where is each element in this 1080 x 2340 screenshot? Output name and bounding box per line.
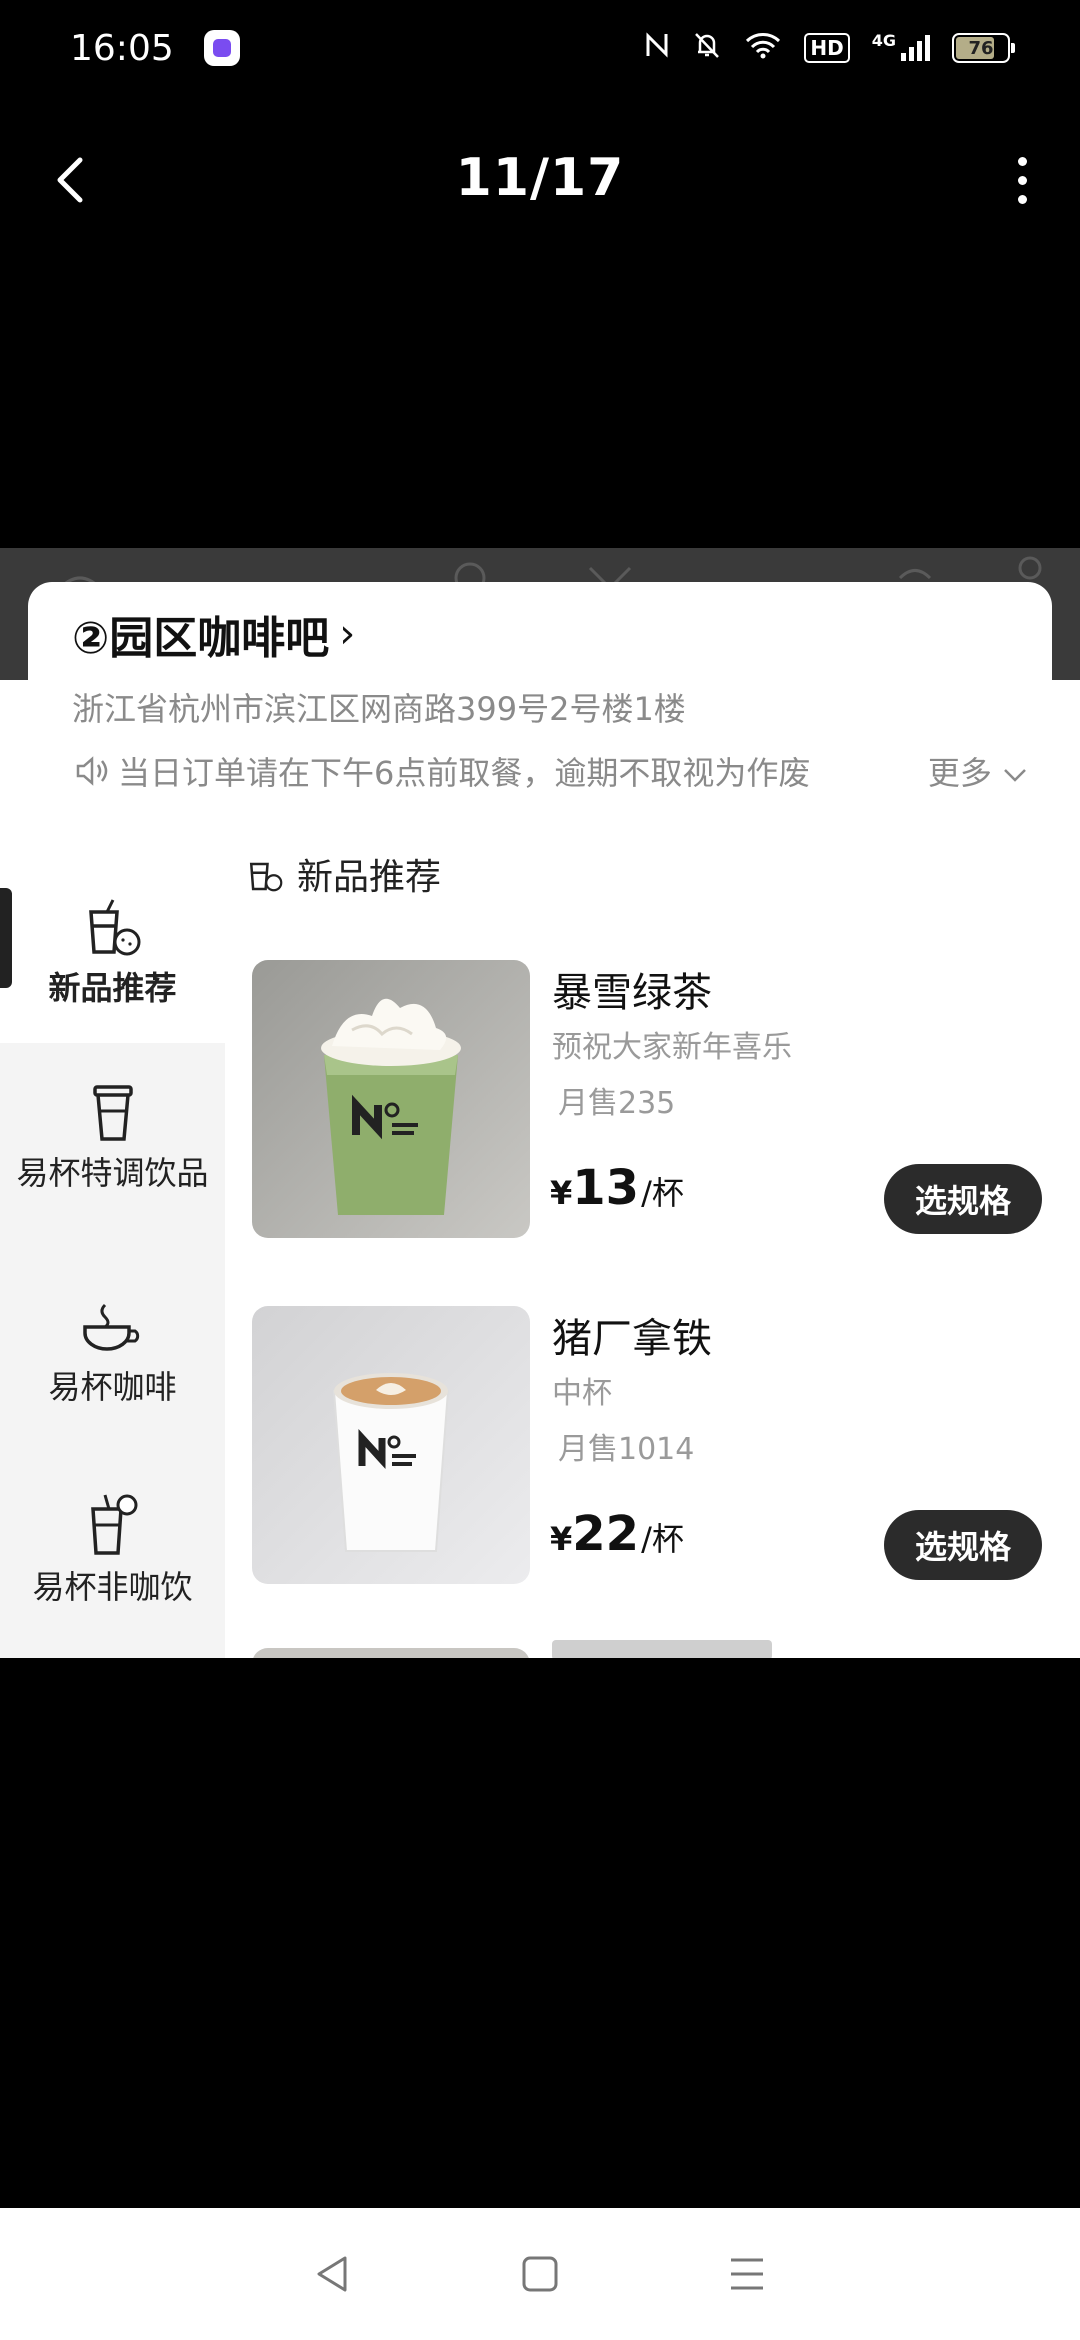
cup-icon [92,1085,133,1141]
category-coffee[interactable]: 易杯咖啡 [0,1283,225,1443]
viewer-top-bar: 11/17 [0,130,1080,230]
triangle-back-icon [317,2256,347,2292]
coffee-cup-icon [82,1303,139,1351]
status-icons: HD 4G 76 [644,30,1015,66]
drink-cookie-icon [88,899,140,956]
drink-cookie-icon [249,862,283,892]
price-value: 22 [572,1506,640,1562]
category-label: 新品推荐 [48,969,177,1007]
next-product-image-partial [252,1648,530,1658]
lemon-drink-icon [90,1494,137,1555]
more-options-button[interactable] [992,150,1052,210]
product-image [252,960,530,1238]
square-home-icon [522,2256,558,2292]
active-indicator [0,888,12,988]
select-spec-button[interactable]: 选规格 [884,1510,1042,1580]
notice-text: 当日订单请在下午6点前取餐，逾期不取视为作废 [118,754,811,792]
product-description: 中杯 [552,1376,612,1411]
wifi-icon [744,30,782,66]
notice-more-label: 更多 [927,754,992,792]
battery-icon: 76 [952,33,1015,63]
price-value: 13 [572,1160,640,1216]
select-spec-button[interactable]: 选规格 [884,1164,1042,1234]
shop-info-card: ②园区咖啡吧 › 浙江省杭州市滨江区网商路399号2号楼1楼 当日订单请在下午6… [28,582,1052,812]
mute-bell-icon [692,30,722,66]
menu-lines-icon [730,2258,763,2290]
category-special-drinks[interactable]: 易杯特调饮品 [0,1063,225,1263]
page-counter: 11/17 [455,148,625,208]
signal-icon: 4G [872,33,930,63]
chevron-down-icon [1004,769,1026,782]
hd-badge: HD [804,33,850,63]
dot [1017,194,1027,204]
product-description: 预祝大家新年喜乐 [552,1030,792,1065]
product-monthly-sales: 月售235 [558,1086,676,1121]
shop-name: ②园区咖啡吧 [72,613,330,664]
product-card[interactable]: 暴雪绿茶 预祝大家新年喜乐 月售235 ¥ 13 /杯 选规格 [252,960,1042,1240]
shop-name-link[interactable]: ②园区咖啡吧 › [72,602,1008,666]
nav-home-button[interactable] [510,2244,570,2304]
status-time: 16:05 [70,27,174,69]
price-currency: ¥ [550,1520,573,1558]
notice-more-button[interactable]: 更多 [928,748,1028,794]
chevron-right-icon: › [339,611,356,657]
price-unit: /杯 [641,1520,684,1558]
product-name: 暴雪绿茶 [552,970,712,1016]
category-label: 易杯特调饮品 [16,1154,209,1192]
shop-notice: 当日订单请在下午6点前取餐，逾期不取视为作废 更多 [72,748,1026,794]
shop-address: 浙江省杭州市滨江区网商路399号2号楼1楼 [72,690,686,728]
category-sidebar: 新品推荐 易杯特调饮品 易杯咖啡 易杯非咖饮 [0,858,225,1658]
nav-back-button[interactable] [303,2244,363,2304]
battery-level: 76 [968,37,994,59]
category-label: 易杯咖啡 [48,1368,177,1406]
section-title: 新品推荐 [297,857,442,898]
viewed-image[interactable]: ②园区咖啡吧 › 浙江省杭州市滨江区网商路399号2号楼1楼 当日订单请在下午6… [0,548,1080,1658]
product-image [252,1306,530,1584]
status-bar: 16:05 HD 4G 76 [0,0,1080,96]
product-monthly-sales: 月售1014 [558,1432,695,1467]
network-type: 4G [871,31,896,50]
price-currency: ¥ [550,1174,573,1212]
next-product-name-partial [552,1640,772,1658]
product-card[interactable]: 猪厂拿铁 中杯 月售1014 ¥ 22 /杯 选规格 [252,1306,1042,1586]
category-label: 易杯非咖饮 [32,1568,193,1606]
nav-recents-button[interactable] [717,2244,777,2304]
product-price: ¥ 22 /杯 [550,1506,684,1562]
system-navigation-bar [0,2208,1080,2340]
price-unit: /杯 [641,1174,684,1212]
product-name: 猪厂拿铁 [552,1316,712,1362]
dot [1017,175,1027,185]
product-price: ¥ 13 /杯 [550,1160,684,1216]
dot [1017,156,1027,166]
nfc-icon [644,30,670,66]
category-non-coffee[interactable]: 易杯非咖饮 [0,1473,225,1658]
section-header: 新品推荐 [245,848,441,900]
app-notification-icon [203,30,240,66]
speaker-icon [76,756,108,786]
category-new-recommend[interactable]: 新品推荐 [0,858,225,1043]
